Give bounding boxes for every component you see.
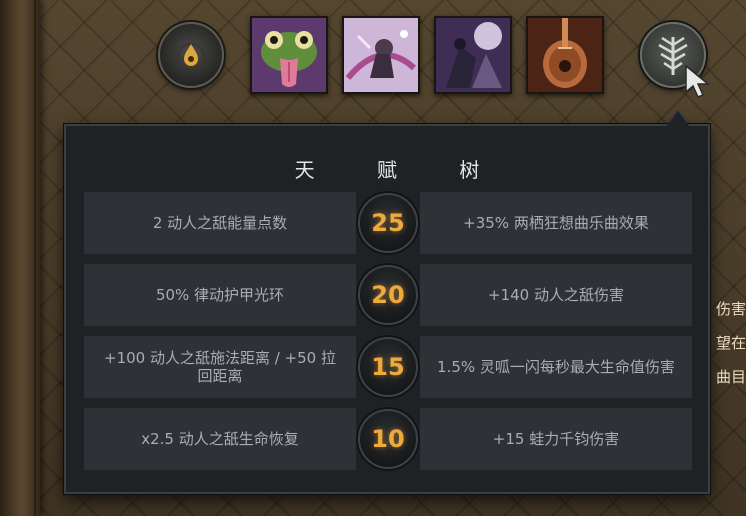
background-text-fragment: 曲目: [716, 368, 746, 386]
item-slot-frog[interactable]: [250, 16, 328, 94]
droplet-icon: [177, 43, 205, 71]
talent-tree-panel: 天 赋 树 2 动人之舐能量点数 25 +35% 两栖狂想曲乐曲效果 50% 律…: [64, 124, 710, 494]
talent-option-left[interactable]: x2.5 动人之舐生命恢复: [84, 408, 356, 470]
talent-row-level-10: x2.5 动人之舐生命恢复 10 +15 蛙力千钧伤害: [84, 408, 692, 470]
mouse-cursor-icon: [685, 64, 711, 98]
neutral-item-slot[interactable]: [158, 22, 224, 88]
background-text-fragment: 伤害: [716, 300, 746, 318]
talent-option-left[interactable]: +100 动人之舐施法距离 / +50 拉回距离: [84, 336, 356, 398]
level-badge: 20: [358, 265, 418, 325]
tooltip-pointer-inner: [667, 111, 689, 126]
left-wooden-pillar: [0, 0, 40, 516]
dancing-ability-icon: [344, 18, 418, 92]
talent-option-right[interactable]: +140 动人之舐伤害: [420, 264, 692, 326]
talent-row-level-20: 50% 律动护甲光环 20 +140 动人之舐伤害: [84, 264, 692, 326]
lute-instrument-icon: [528, 18, 602, 92]
shadow-spirit-icon: [436, 18, 510, 92]
talent-row-level-25: 2 动人之舐能量点数 25 +35% 两栖狂想曲乐曲效果: [84, 192, 692, 254]
level-badge: 15: [358, 337, 418, 397]
talent-option-left[interactable]: 2 动人之舐能量点数: [84, 192, 356, 254]
talent-option-right[interactable]: +15 蛙力千钧伤害: [420, 408, 692, 470]
level-badge: 25: [358, 193, 418, 253]
level-badge: 10: [358, 409, 418, 469]
panel-title: 天 赋 树: [294, 158, 508, 182]
talent-option-left[interactable]: 50% 律动护甲光环: [84, 264, 356, 326]
item-slot-lute[interactable]: [526, 16, 604, 94]
talent-option-right[interactable]: +35% 两栖狂想曲乐曲效果: [420, 192, 692, 254]
talent-row-level-15: +100 动人之舐施法距离 / +50 拉回距离 15 1.5% 灵呱一闪每秒最…: [84, 336, 692, 398]
talent-option-right[interactable]: 1.5% 灵呱一闪每秒最大生命值伤害: [420, 336, 692, 398]
frog-tongue-icon: [252, 18, 326, 92]
item-slot-dance[interactable]: [342, 16, 420, 94]
item-slot-spirit[interactable]: [434, 16, 512, 94]
background-text-fragment: 望在: [716, 334, 746, 352]
